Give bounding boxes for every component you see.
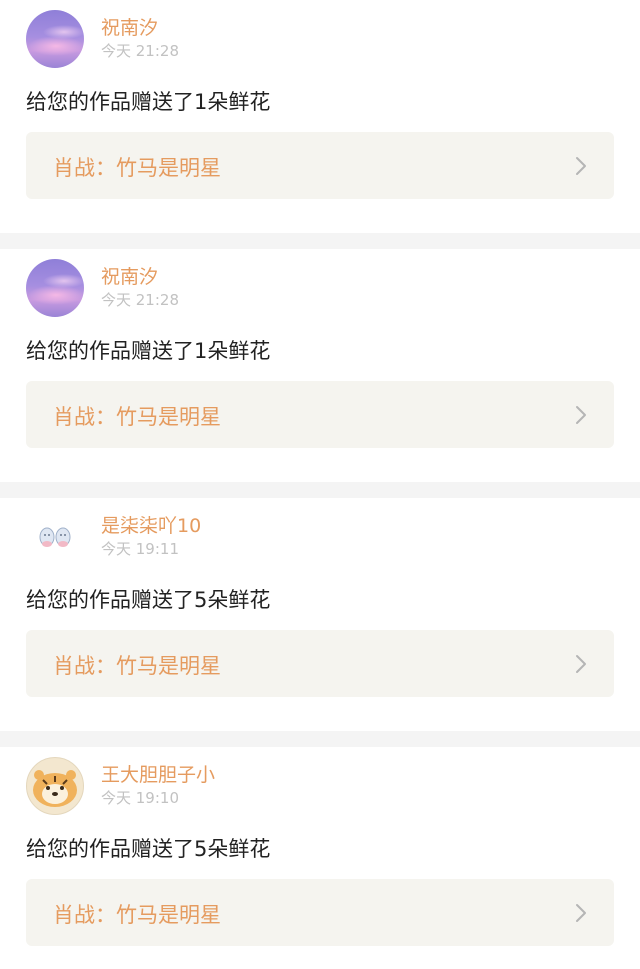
gift-notification-card: 祝南汐 今天 21:28 给您的作品赠送了1朵鲜花 肖战：竹马是明星 xyxy=(0,0,640,233)
notification-feed: 祝南汐 今天 21:28 给您的作品赠送了1朵鲜花 肖战：竹马是明星 祝南汐 今… xyxy=(0,0,640,969)
user-avatar[interactable] xyxy=(26,508,84,566)
timestamp: 今天 21:28 xyxy=(101,291,179,309)
gift-message: 给您的作品赠送了1朵鲜花 xyxy=(26,339,271,363)
work-link[interactable]: 肖战：竹马是明星 xyxy=(26,381,614,448)
cartoon-figures-icon xyxy=(26,508,84,566)
timestamp: 今天 19:10 xyxy=(101,789,179,807)
gift-notification-card: 祝南汐 今天 21:28 给您的作品赠送了1朵鲜花 肖战：竹马是明星 xyxy=(0,249,640,482)
username[interactable]: 祝南汐 xyxy=(101,262,158,289)
username[interactable]: 祝南汐 xyxy=(101,13,158,40)
gift-message: 给您的作品赠送了1朵鲜花 xyxy=(26,90,271,114)
chevron-right-icon xyxy=(576,655,586,673)
user-avatar[interactable] xyxy=(26,10,84,68)
work-title: 肖战：竹马是明星 xyxy=(53,903,221,927)
work-title: 肖战：竹马是明星 xyxy=(53,654,221,678)
chevron-right-icon xyxy=(576,904,586,922)
gift-message: 给您的作品赠送了5朵鲜花 xyxy=(26,588,271,612)
username[interactable]: 王大胆胆子小 xyxy=(101,760,215,787)
work-title: 肖战：竹马是明星 xyxy=(53,156,221,180)
gift-notification-card: 王大胆胆子小 今天 19:10 给您的作品赠送了5朵鲜花 肖战：竹马是明星 xyxy=(0,747,640,969)
work-title: 肖战：竹马是明星 xyxy=(53,405,221,429)
chevron-right-icon xyxy=(576,406,586,424)
tiger-icon xyxy=(33,770,77,807)
username[interactable]: 是柒柒吖10 xyxy=(101,511,201,538)
chevron-right-icon xyxy=(576,157,586,175)
timestamp: 今天 21:28 xyxy=(101,42,179,60)
user-avatar[interactable] xyxy=(26,757,84,815)
gift-notification-card: 是柒柒吖10 今天 19:11 给您的作品赠送了5朵鲜花 肖战：竹马是明星 xyxy=(0,498,640,731)
work-link[interactable]: 肖战：竹马是明星 xyxy=(26,879,614,946)
work-link[interactable]: 肖战：竹马是明星 xyxy=(26,630,614,697)
work-link[interactable]: 肖战：竹马是明星 xyxy=(26,132,614,199)
user-avatar[interactable] xyxy=(26,259,84,317)
gift-message: 给您的作品赠送了5朵鲜花 xyxy=(26,837,271,861)
timestamp: 今天 19:11 xyxy=(101,540,179,558)
